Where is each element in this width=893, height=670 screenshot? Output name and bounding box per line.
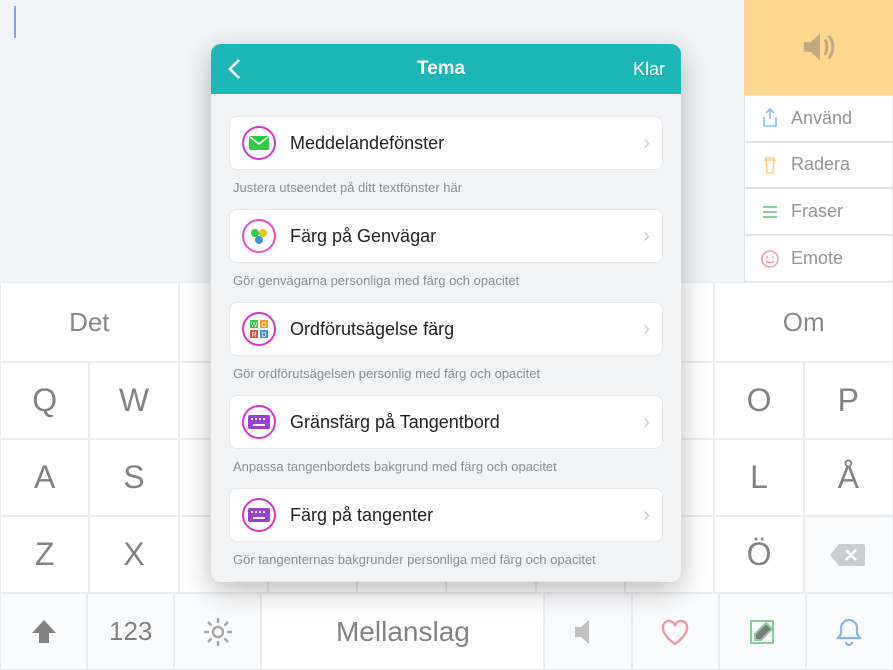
modal-header: Tema Klar: [211, 44, 681, 94]
chevron-right-icon: ›: [643, 411, 650, 434]
setting-row-prediction-color[interactable]: W O R D Ordförutsägelse färg ›: [229, 302, 663, 356]
palette-icon: [242, 219, 276, 253]
svg-text:R: R: [251, 332, 256, 339]
keyboard-icon: [242, 498, 276, 532]
setting-row-key-color[interactable]: Färg på tangenter ›: [229, 488, 663, 542]
setting-section-message-window: Meddelandefönster › Justera utseendet på…: [229, 116, 663, 195]
setting-description: Gör ordförutsägelsen personlig med färg …: [233, 366, 659, 381]
setting-section-keyboard-border: Gränsfärg på Tangentbord › Anpassa tange…: [229, 395, 663, 474]
svg-text:D: D: [261, 332, 266, 339]
back-button[interactable]: [227, 58, 267, 80]
modal-title: Tema: [267, 58, 615, 80]
setting-row-keyboard-border[interactable]: Gränsfärg på Tangentbord ›: [229, 395, 663, 449]
chevron-right-icon: ›: [643, 504, 650, 527]
setting-description: Justera utseendet på ditt textfönster hä…: [233, 180, 659, 195]
chevron-right-icon: ›: [643, 225, 650, 248]
envelope-icon: [242, 126, 276, 160]
done-button[interactable]: Klar: [615, 59, 665, 80]
setting-row-shortcut-color[interactable]: Färg på Genvägar ›: [229, 209, 663, 263]
setting-description: Gör genvägarna personliga med färg och o…: [233, 273, 659, 288]
chevron-left-icon: [227, 58, 241, 80]
setting-description: Gör tangenternas bakgrunder personliga m…: [233, 552, 659, 567]
svg-text:W: W: [251, 322, 258, 329]
svg-text:O: O: [261, 322, 267, 329]
setting-label: Ordförutsägelse färg: [290, 319, 629, 340]
setting-section-prediction-color: W O R D Ordförutsägelse färg › Gör ordfö…: [229, 302, 663, 381]
theme-modal: Tema Klar Meddelandefönster › Justera ut…: [211, 44, 681, 582]
setting-label: Meddelandefönster: [290, 133, 629, 154]
setting-section-key-color: Färg på tangenter › Gör tangenternas bak…: [229, 488, 663, 567]
chevron-right-icon: ›: [643, 132, 650, 155]
setting-row-message-window[interactable]: Meddelandefönster ›: [229, 116, 663, 170]
modal-body[interactable]: Meddelandefönster › Justera utseendet på…: [211, 94, 681, 582]
keyboard-icon: [242, 405, 276, 439]
setting-section-text-color: AA Textfärg ›: [229, 581, 663, 582]
setting-row-text-color[interactable]: AA Textfärg ›: [229, 581, 663, 582]
setting-label: Färg på Genvägar: [290, 226, 629, 247]
chevron-right-icon: ›: [643, 318, 650, 341]
setting-section-shortcut-color: Färg på Genvägar › Gör genvägarna person…: [229, 209, 663, 288]
setting-label: Färg på tangenter: [290, 505, 629, 526]
word-grid-icon: W O R D: [242, 312, 276, 346]
setting-description: Anpassa tangenbordets bakgrund med färg …: [233, 459, 659, 474]
setting-label: Gränsfärg på Tangentbord: [290, 412, 629, 433]
